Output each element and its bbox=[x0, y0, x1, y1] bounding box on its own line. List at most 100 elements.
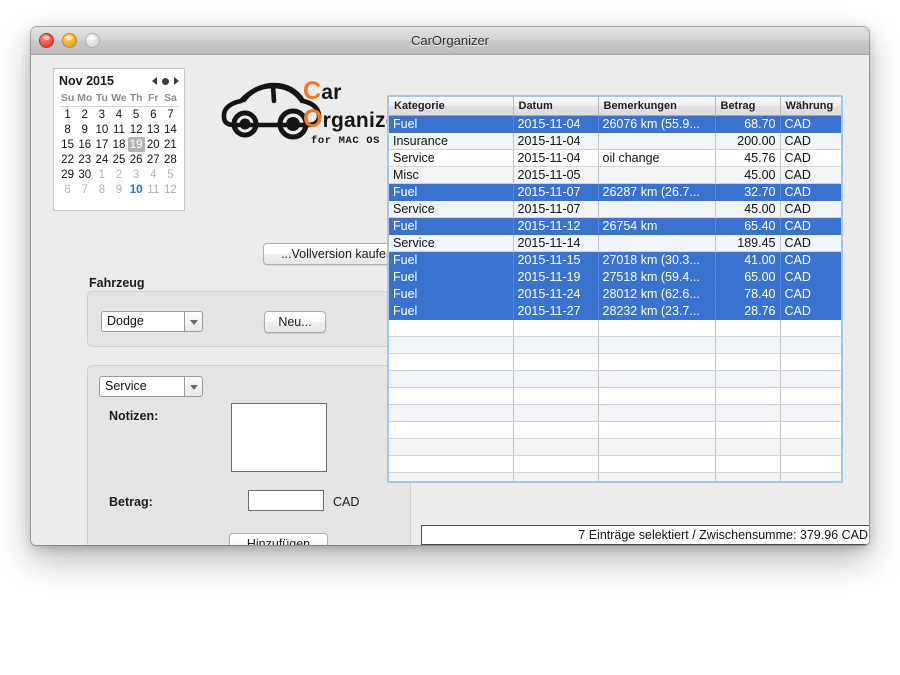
table-empty-row[interactable] bbox=[389, 438, 841, 456]
prev-month-icon[interactable] bbox=[152, 77, 157, 85]
calendar-day-cell[interactable]: 17 bbox=[93, 137, 110, 152]
calendar-day-cell[interactable]: 12 bbox=[128, 122, 145, 137]
calendar-day-cell[interactable]: 25 bbox=[110, 152, 127, 167]
calendar-day-cell[interactable]: 11 bbox=[110, 122, 127, 137]
calendar-day-cell[interactable]: 16 bbox=[76, 137, 93, 152]
calendar-day-cell[interactable]: 2 bbox=[76, 107, 93, 123]
table-cell-datum: 2015-11-04 bbox=[513, 149, 599, 167]
calendar-day-cell[interactable]: 19 bbox=[127, 137, 145, 152]
calendar-day-cell[interactable]: 9 bbox=[110, 182, 127, 197]
close-button[interactable] bbox=[39, 33, 54, 48]
entries-table-container[interactable]: Kategorie Datum Bemerkungen Betrag Währung F… bbox=[387, 95, 843, 483]
calendar-day-cell[interactable]: 10 bbox=[93, 122, 110, 137]
table-cell-betrag: 45.00 bbox=[715, 166, 781, 184]
table-empty-cell bbox=[598, 404, 716, 422]
calendar-day-cell[interactable]: 23 bbox=[76, 152, 93, 167]
table-row[interactable]: Fuel 2015-11-24 28012 km (62.6... 78.40 CAD bbox=[389, 285, 841, 303]
calendar-day-cell[interactable]: 28 bbox=[162, 152, 179, 167]
table-row[interactable]: Fuel 2015-11-04 26076 km (55.9... 68.70 CAD bbox=[389, 115, 841, 133]
calendar-day-cell[interactable]: 3 bbox=[128, 167, 145, 182]
table-row[interactable]: Fuel 2015-11-07 26287 km (26.7... 32.70 CAD bbox=[389, 183, 841, 201]
table-cell-bemerkungen: 27018 km (30.3... bbox=[598, 251, 716, 269]
chevron-down-icon[interactable] bbox=[184, 376, 203, 397]
minimize-button[interactable] bbox=[62, 33, 77, 48]
table-empty-row[interactable] bbox=[389, 455, 841, 473]
calendar-day-cell[interactable]: 15 bbox=[59, 137, 76, 152]
vehicle-select[interactable]: Dodge bbox=[101, 311, 203, 332]
table-cell-kategorie: Fuel bbox=[389, 115, 514, 133]
calendar-day-cell[interactable]: 29 bbox=[59, 167, 76, 182]
table-empty-row[interactable] bbox=[389, 404, 841, 422]
calendar-day-cell[interactable]: 6 bbox=[59, 182, 76, 197]
table-cell-datum: 2015-11-12 bbox=[513, 217, 599, 235]
table-row[interactable]: Fuel 2015-11-15 27018 km (30.3... 41.00 CAD bbox=[389, 251, 841, 269]
table-empty-row[interactable] bbox=[389, 336, 841, 354]
calendar-day-cell[interactable]: 22 bbox=[59, 152, 76, 167]
table-empty-row[interactable] bbox=[389, 387, 841, 405]
calendar-day-cell[interactable]: 9 bbox=[76, 122, 93, 137]
calendar-day-cell[interactable]: 6 bbox=[145, 107, 162, 123]
chevron-down-icon[interactable] bbox=[184, 311, 203, 332]
calendar-day-cell[interactable]: 8 bbox=[59, 122, 76, 137]
table-row[interactable]: Insurance 2015-11-04 200.00 CAD bbox=[389, 132, 841, 150]
new-vehicle-button[interactable]: Neu... bbox=[264, 311, 326, 333]
table-column-header[interactable]: Betrag bbox=[715, 97, 781, 116]
calendar-day-cell[interactable]: 5 bbox=[128, 107, 145, 123]
calendar-days: 1 2 3 4 5 6 7 8 9 10 11 12 13 14 15 16 17 18 19 20 21 22 23 24 2… bbox=[59, 107, 179, 198]
calendar-weekday-mo: Mo bbox=[76, 91, 94, 107]
window-title: CarOrganizer bbox=[410, 33, 490, 48]
table-empty-cell bbox=[715, 336, 781, 354]
calendar-day-cell[interactable]: 7 bbox=[76, 182, 93, 197]
notes-input[interactable] bbox=[231, 403, 327, 472]
category-select[interactable]: Service bbox=[99, 376, 203, 397]
calendar-day-cell[interactable]: 4 bbox=[145, 167, 162, 182]
table-row[interactable]: Fuel 2015-11-19 27518 km (59.4... 65.00 CAD bbox=[389, 268, 841, 286]
calendar-day-cell[interactable]: 18 bbox=[110, 137, 127, 152]
table-cell-datum: 2015-11-04 bbox=[513, 115, 599, 133]
table-cell-kategorie: Fuel bbox=[389, 268, 514, 286]
calendar-day-cell[interactable]: 26 bbox=[128, 152, 145, 167]
table-empty-row[interactable] bbox=[389, 353, 841, 371]
calendar-day-cell[interactable]: 20 bbox=[145, 137, 162, 152]
calendar-day-cell[interactable]: 10 bbox=[128, 182, 145, 197]
calendar-day-cell[interactable]: 24 bbox=[93, 152, 110, 167]
table-cell-waehrung: CAD bbox=[780, 132, 841, 150]
calendar-widget[interactable]: Nov 2015 Su Mo Tu We Th Fr Sa 1 2 3 4 5 6 7 8 9 10 11 12 1… bbox=[53, 68, 185, 211]
table-cell-bemerkungen: 27518 km (59.4... bbox=[598, 268, 716, 286]
table-row[interactable]: Service 2015-11-14 189.45 CAD bbox=[389, 234, 841, 252]
calendar-day-cell[interactable]: 1 bbox=[59, 107, 76, 123]
calendar-day-cell[interactable]: 7 bbox=[162, 107, 179, 123]
calendar-day-cell[interactable]: 12 bbox=[162, 182, 179, 197]
calendar-day-cell[interactable]: 13 bbox=[145, 122, 162, 137]
calendar-day-cell[interactable]: 3 bbox=[93, 107, 110, 123]
calendar-day-cell[interactable]: 27 bbox=[145, 152, 162, 167]
table-row[interactable]: Service 2015-11-07 45.00 CAD bbox=[389, 200, 841, 218]
table-row[interactable]: Fuel 2015-11-12 26754 km 65.40 CAD bbox=[389, 217, 841, 235]
table-empty-row[interactable] bbox=[389, 319, 841, 337]
calendar-day-cell[interactable]: 5 bbox=[162, 167, 179, 182]
table-empty-row[interactable] bbox=[389, 421, 841, 439]
amount-input[interactable] bbox=[248, 490, 324, 511]
next-month-icon[interactable] bbox=[174, 77, 179, 85]
calendar-day-cell[interactable]: 8 bbox=[93, 182, 110, 197]
table-column-header[interactable]: Währung bbox=[780, 97, 841, 116]
calendar-day-cell[interactable]: 2 bbox=[110, 167, 127, 182]
table-row[interactable]: Fuel 2015-11-27 28232 km (23.7... 28.76 CAD bbox=[389, 302, 841, 320]
table-empty-cell bbox=[513, 353, 599, 371]
calendar-day-cell[interactable]: 4 bbox=[110, 107, 127, 123]
table-column-header[interactable]: Bemerkungen bbox=[598, 97, 716, 116]
table-row[interactable]: Misc 2015-11-05 45.00 CAD bbox=[389, 166, 841, 184]
table-column-header[interactable]: Kategorie bbox=[389, 97, 514, 116]
table-row[interactable]: Service 2015-11-04 oil change 45.76 CAD bbox=[389, 149, 841, 167]
calendar-day-cell[interactable]: 14 bbox=[162, 122, 179, 137]
calendar-day-cell[interactable]: 11 bbox=[145, 182, 162, 197]
table-empty-row[interactable] bbox=[389, 370, 841, 388]
table-empty-cell bbox=[780, 319, 841, 337]
add-entry-button[interactable]: Hinzufügen bbox=[229, 533, 328, 545]
table-empty-row[interactable] bbox=[389, 472, 841, 481]
today-dot-icon[interactable] bbox=[162, 77, 169, 85]
calendar-day-cell[interactable]: 30 bbox=[76, 167, 93, 182]
calendar-day-cell[interactable]: 1 bbox=[93, 167, 110, 182]
calendar-day-cell[interactable]: 21 bbox=[162, 137, 179, 152]
table-column-header[interactable]: Datum bbox=[513, 97, 599, 116]
